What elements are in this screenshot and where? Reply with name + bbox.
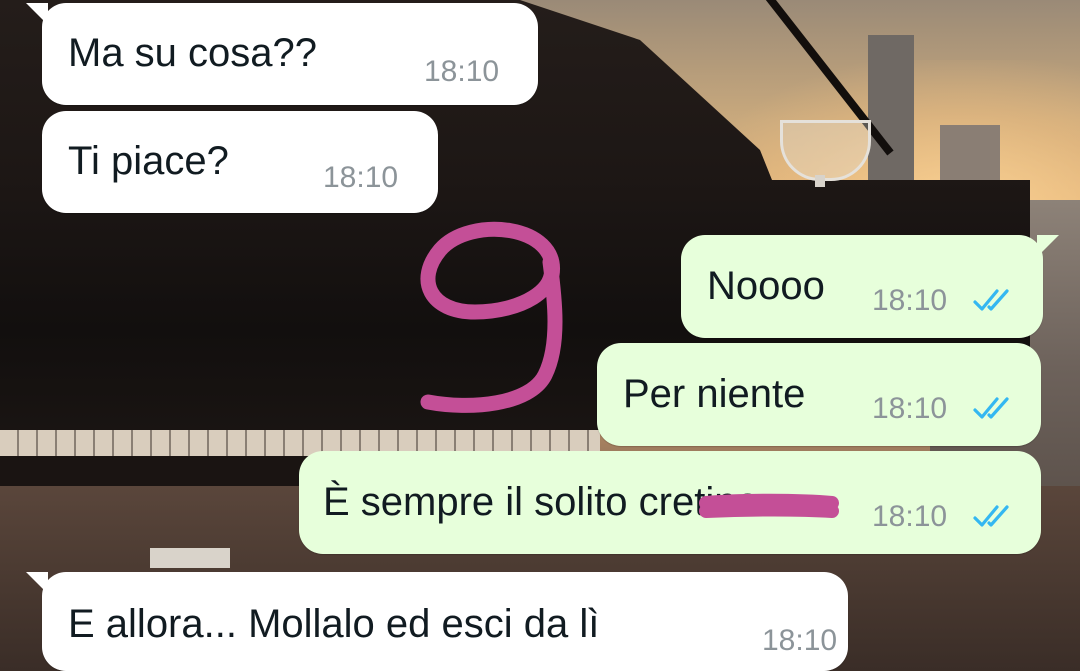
double-check-read-icon [973, 505, 1009, 527]
double-check-read-icon [973, 289, 1009, 311]
message-timestamp: 18:10 [872, 392, 948, 425]
message-bubble-outgoing[interactable]: È sempre il solito cretino 18:10 [299, 451, 1041, 554]
message-timestamp: 18:10 [762, 624, 838, 657]
message-timestamp: 18:10 [872, 284, 948, 317]
message-timestamp: 18:10 [323, 161, 399, 194]
message-text: Ma su cosa?? [68, 31, 318, 75]
double-check-read-icon [973, 397, 1009, 419]
message-timestamp: 18:10 [424, 55, 500, 88]
message-bubble-incoming[interactable]: E allora... Mollalo ed esci da lì 18:10 [26, 572, 848, 671]
message-text: Noooo [707, 264, 825, 308]
message-bubble-incoming[interactable]: Ti piace? 18:10 [42, 111, 438, 213]
message-bubble-outgoing[interactable]: Noooo 18:10 [681, 235, 1059, 338]
message-text: E allora... Mollalo ed esci da lì [68, 602, 600, 646]
message-bubble-incoming[interactable]: Ma su cosa?? 18:10 [26, 3, 538, 105]
message-bubble-outgoing[interactable]: Per niente 18:10 [597, 343, 1041, 446]
message-text: È sempre il solito cretino [323, 480, 759, 524]
message-timestamp: 18:10 [872, 500, 948, 533]
message-text: Ti piace? [68, 139, 229, 183]
message-text: Per niente [623, 372, 806, 416]
